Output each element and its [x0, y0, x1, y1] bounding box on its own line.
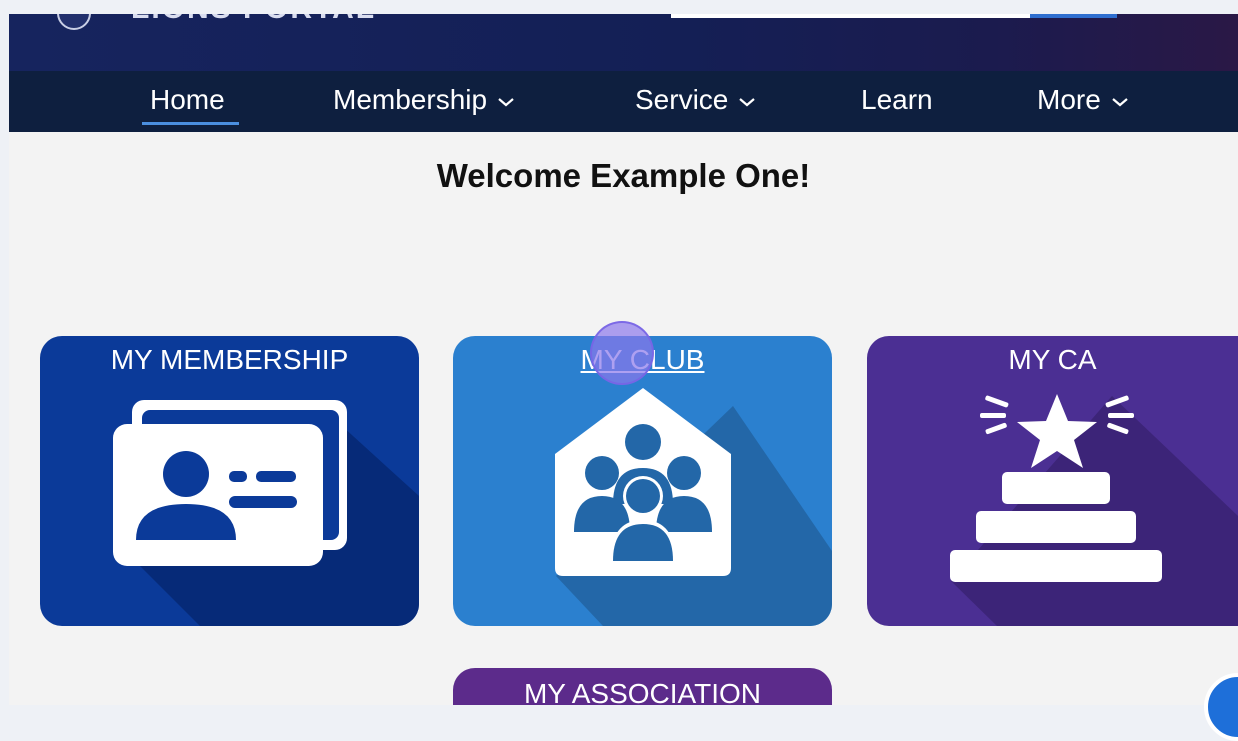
tile-my-association[interactable]: MY ASSOCIATION: [453, 668, 832, 705]
nav-active-indicator: [142, 122, 239, 125]
id-cards-icon: [113, 400, 419, 626]
star-podium-icon: [950, 394, 1238, 626]
tile-my-club[interactable]: MY CLUB: [453, 336, 832, 626]
search-button[interactable]: [1030, 14, 1117, 18]
chevron-down-icon: [1111, 84, 1129, 116]
nav-learn-label: Learn: [861, 84, 933, 115]
nav-service-label: Service: [635, 84, 729, 115]
welcome-heading: Welcome Example One!: [436, 157, 811, 194]
tile-title: MY CA: [1008, 344, 1097, 375]
search-input[interactable]: [671, 14, 1031, 18]
nav-home-label: Home: [150, 84, 225, 115]
nav-home[interactable]: Home: [150, 84, 225, 116]
nav-service[interactable]: Service: [635, 84, 756, 116]
tile-title: MY ASSOCIATION: [523, 678, 761, 705]
nav-membership-label: Membership: [333, 84, 488, 115]
portal-page: LIONS PORTAL Home Membership Service Lea…: [9, 14, 1238, 705]
tile-my-membership[interactable]: MY MEMBERSHIP: [40, 336, 419, 626]
tile-title: MY MEMBERSHIP: [110, 344, 349, 375]
nav-membership[interactable]: Membership: [333, 84, 515, 116]
nav-more[interactable]: More: [1037, 84, 1129, 116]
portal-title[interactable]: LIONS PORTAL: [131, 14, 401, 24]
lions-logo-icon[interactable]: [57, 14, 91, 30]
click-indicator: [590, 321, 654, 385]
tile-my-ca[interactable]: MY CA: [867, 336, 1238, 626]
nav-learn[interactable]: Learn: [861, 84, 933, 116]
club-house-people-icon: [555, 388, 832, 626]
nav-more-label: More: [1037, 84, 1101, 115]
header-banner: LIONS PORTAL: [9, 14, 1238, 71]
main-nav: Home Membership Service Learn More: [9, 71, 1238, 132]
chevron-down-icon: [738, 84, 756, 116]
chevron-down-icon: [497, 84, 515, 116]
